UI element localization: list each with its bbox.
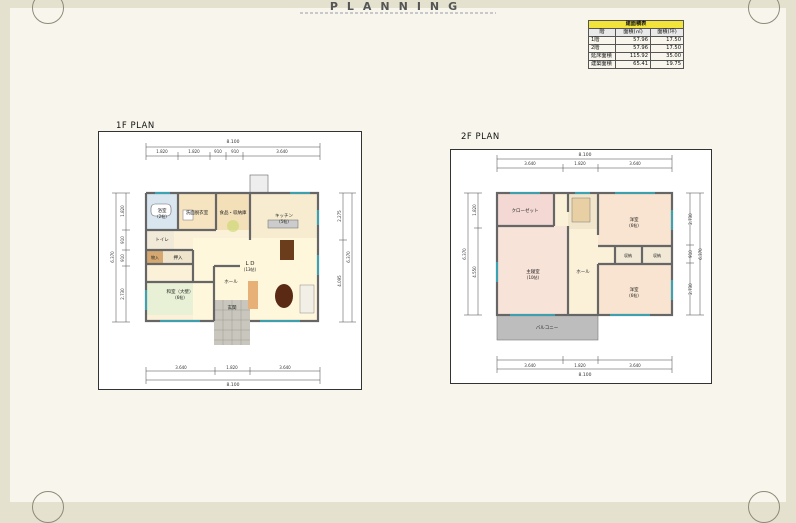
dim-2f-top: 3.640 [629, 161, 641, 166]
room-hall-2f: ホール [576, 269, 590, 275]
room-closet-2f: クローゼット [512, 207, 539, 214]
room-wic1: 収納 [624, 252, 632, 258]
dim-2f-right: 2.730 [688, 213, 693, 225]
room-bedroom2: 洋室 [630, 286, 639, 293]
room-master-size: (10帖) [527, 274, 540, 280]
dim-2f-top: 1.820 [574, 161, 586, 166]
dim-2f-left-total: 6.370 [462, 248, 467, 260]
dim-2f-right: 2.730 [688, 283, 693, 295]
dim-2f-bottom: 3.640 [629, 363, 641, 368]
room-balcony: バルコニー [536, 325, 559, 331]
room-bedroom1-size: (6帖) [629, 222, 639, 228]
dim-2f-right-total: 6.370 [698, 248, 703, 260]
dim-2f-top-total: 8.100 [579, 152, 592, 158]
room-bedroom2-size: (6帖) [629, 292, 639, 298]
dim-2f-bottom: 1.820 [574, 363, 586, 368]
plan-2f-text: 8.100 3.640 1.820 3.640 3.640 1.820 3.64… [462, 152, 703, 378]
dim-2f-right: 910 [688, 250, 693, 258]
room-master: 主寝室 [526, 268, 540, 275]
room-wic2: 収納 [653, 252, 661, 258]
dim-2f-left: 4.550 [472, 266, 477, 278]
room-bedroom1: 洋室 [630, 216, 639, 223]
dim-2f-top: 3.640 [524, 161, 536, 166]
dim-2f-bottom: 3.640 [524, 363, 536, 368]
dim-2f-left: 1.820 [472, 204, 477, 216]
dim-2f-bottom-total: 8.100 [579, 372, 592, 378]
